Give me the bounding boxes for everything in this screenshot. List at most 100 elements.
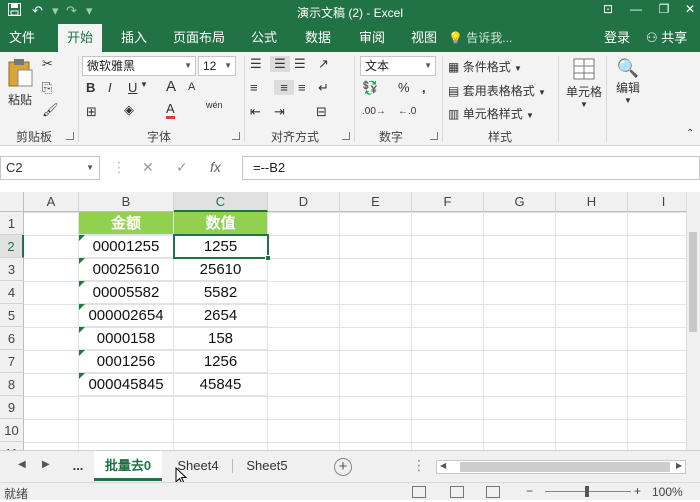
increase-font-button[interactable]: A xyxy=(166,78,176,95)
cut-icon[interactable]: ✂ xyxy=(42,56,53,72)
align-right-icon[interactable]: ≡ xyxy=(298,80,306,95)
row-header-2[interactable]: 2 xyxy=(0,235,24,258)
zoom-slider-thumb[interactable] xyxy=(585,486,589,497)
row-header-9[interactable]: 9 xyxy=(0,396,24,419)
column-header-h[interactable]: H xyxy=(556,192,628,212)
tab-home[interactable]: 开始 xyxy=(58,24,102,53)
zoom-level[interactable]: 100% xyxy=(652,485,683,499)
borders-icon[interactable]: ⊞ xyxy=(86,104,97,120)
more-sheets-button[interactable]: ... xyxy=(66,451,90,481)
cells-button[interactable]: 单元格 ▼ xyxy=(562,58,606,109)
cell-c5[interactable]: 2654 xyxy=(174,304,268,327)
share-button[interactable]: ⚇ 共享 xyxy=(646,24,687,52)
currency-icon[interactable]: 💱 xyxy=(362,80,378,96)
scroll-left-arrow-icon[interactable]: ◀ xyxy=(440,461,446,470)
align-left-icon[interactable]: ≡ xyxy=(250,80,258,95)
underline-button[interactable]: U xyxy=(128,80,137,95)
close-icon[interactable]: ✕ xyxy=(680,2,700,20)
column-header-g[interactable]: G xyxy=(484,192,556,212)
sheet-tab-sheet5[interactable]: Sheet5 xyxy=(236,451,298,481)
increase-decimal-icon[interactable]: .00→ xyxy=(362,106,386,117)
formula-input[interactable]: =--B2 xyxy=(242,156,700,180)
minimize-icon[interactable]: — xyxy=(626,2,646,20)
cell-b3[interactable]: 00025610 xyxy=(79,258,174,281)
scroll-right-arrow-icon[interactable]: ▶ xyxy=(676,461,682,470)
cell-b6[interactable]: 0000158 xyxy=(79,327,174,350)
row-header-10[interactable]: 10 xyxy=(0,419,24,442)
row-header-4[interactable]: 4 xyxy=(0,281,24,304)
tell-me-search[interactable]: 💡 告诉我... xyxy=(448,24,512,52)
column-header-b[interactable]: B xyxy=(79,192,174,212)
number-format-select[interactable]: 文本 ▼ xyxy=(360,56,436,76)
alignment-launcher-icon[interactable] xyxy=(342,132,350,140)
format-as-table-button[interactable]: ▤ 套用表格格式 ▼ xyxy=(448,82,546,99)
chevron-down-icon[interactable]: ▼ xyxy=(140,80,148,89)
fill-color-icon[interactable]: ◈ xyxy=(124,102,134,118)
tab-data[interactable]: 数据 xyxy=(296,24,340,52)
bold-button[interactable]: B xyxy=(86,80,95,95)
editing-button[interactable]: 🔍 编辑 ▼ xyxy=(610,58,646,105)
scroll-left-icon[interactable]: ◀ xyxy=(18,459,26,470)
copy-icon[interactable]: ⎘ xyxy=(42,80,52,96)
row-header-5[interactable]: 5 xyxy=(0,304,24,327)
confirm-icon[interactable]: ✓ xyxy=(176,159,188,176)
tab-page-layout[interactable]: 页面布局 xyxy=(166,24,232,52)
vertical-scrollbar-thumb[interactable] xyxy=(689,232,697,332)
merge-center-icon[interactable]: ⊟ xyxy=(316,104,327,120)
cell-b8[interactable]: 000045845 xyxy=(79,373,174,396)
cell-styles-button[interactable]: ▥ 单元格样式 ▼ xyxy=(448,105,534,122)
tab-formulas[interactable]: 公式 xyxy=(242,24,286,52)
name-box[interactable]: C2 ▼ xyxy=(0,156,100,180)
paste-button[interactable]: 粘贴 xyxy=(4,58,36,108)
phonetic-guide-button[interactable]: wén xyxy=(206,100,223,110)
select-all-corner[interactable] xyxy=(0,192,24,212)
cell-c8[interactable]: 45845 xyxy=(174,373,268,396)
clipboard-launcher-icon[interactable] xyxy=(66,132,74,140)
cell-b7[interactable]: 0001256 xyxy=(79,350,174,373)
sheet-tab-batch[interactable]: 批量去0 xyxy=(94,451,162,481)
column-header-c[interactable]: C xyxy=(174,192,268,212)
cell-b1[interactable]: 金额 xyxy=(79,212,174,235)
column-header-e[interactable]: E xyxy=(340,192,412,212)
cell-c7[interactable]: 1256 xyxy=(174,350,268,373)
number-launcher-icon[interactable] xyxy=(430,132,438,140)
restore-icon[interactable]: ❐ xyxy=(654,2,674,20)
comma-button[interactable]: , xyxy=(422,80,426,95)
format-painter-icon[interactable]: 🖌 xyxy=(42,102,59,118)
align-bottom-icon[interactable]: ☰ xyxy=(294,56,306,72)
font-size-select[interactable]: 12 ▼ xyxy=(198,56,236,76)
row-header-3[interactable]: 3 xyxy=(0,258,24,281)
decrease-indent-icon[interactable]: ⇤ xyxy=(250,104,261,120)
wrap-text-icon[interactable]: ↵ xyxy=(318,80,329,96)
page-layout-view-icon[interactable] xyxy=(450,486,464,498)
row-header-7[interactable]: 7 xyxy=(0,350,24,373)
tab-file[interactable]: 文件 xyxy=(0,24,44,52)
cancel-icon[interactable]: ✕ xyxy=(142,159,154,176)
cell-b4[interactable]: 00005582 xyxy=(79,281,174,304)
increase-indent-icon[interactable]: ⇥ xyxy=(274,104,285,120)
cell-c3[interactable]: 25610 xyxy=(174,258,268,281)
page-break-view-icon[interactable] xyxy=(486,486,500,498)
zoom-out-button[interactable]: − xyxy=(526,484,533,498)
conditional-format-button[interactable]: ▦ 条件格式 ▼ xyxy=(448,58,522,75)
add-sheet-button[interactable]: + xyxy=(334,458,352,476)
ribbon-display-icon[interactable]: ⊡ xyxy=(598,2,618,20)
font-color-button[interactable]: A xyxy=(166,102,175,119)
percent-button[interactable]: % xyxy=(398,80,410,95)
font-name-select[interactable]: 微软雅黑 ▼ xyxy=(82,56,196,76)
align-center-icon[interactable]: ≡ xyxy=(274,80,294,95)
column-header-f[interactable]: F xyxy=(412,192,484,212)
align-top-icon[interactable]: ☰ xyxy=(250,56,262,72)
insert-function-icon[interactable]: fx xyxy=(210,159,221,175)
row-header-11[interactable]: 11 xyxy=(0,442,24,450)
horizontal-scrollbar-thumb[interactable] xyxy=(460,462,670,472)
collapse-ribbon-icon[interactable]: ⌃ xyxy=(686,128,694,139)
cell-c6[interactable]: 158 xyxy=(174,327,268,350)
normal-view-icon[interactable] xyxy=(412,486,426,498)
column-header-a[interactable]: A xyxy=(24,192,79,212)
text-orientation-icon[interactable]: ↗ xyxy=(318,56,329,72)
cell-c4[interactable]: 5582 xyxy=(174,281,268,304)
font-launcher-icon[interactable] xyxy=(232,132,240,140)
scroll-right-icon[interactable]: ▶ xyxy=(42,459,50,470)
italic-button[interactable]: I xyxy=(108,80,112,95)
